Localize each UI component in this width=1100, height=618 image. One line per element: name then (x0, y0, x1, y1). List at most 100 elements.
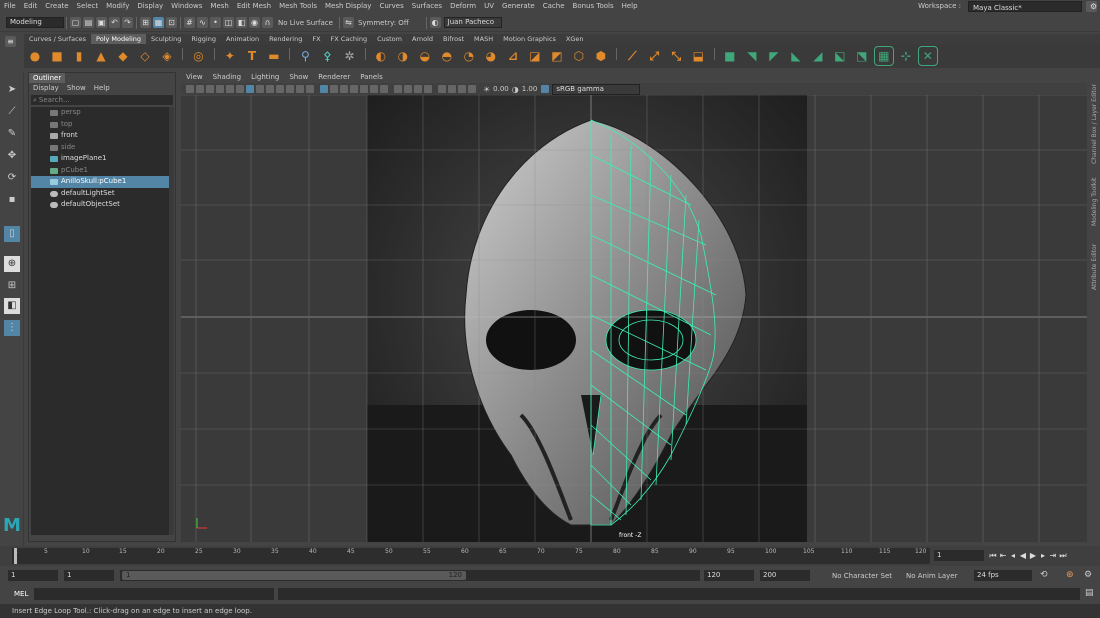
poly-cube-icon[interactable]: ■ (48, 47, 66, 65)
anim-prefs-icon[interactable]: ⚙ (1084, 570, 1092, 580)
super-shape-icon[interactable]: ✦ (221, 47, 239, 65)
append-icon[interactable]: ◤ (765, 47, 783, 65)
tab-custom[interactable]: Custom (372, 34, 407, 44)
menu-display[interactable]: Display (133, 0, 167, 12)
menu-deform[interactable]: Deform (446, 0, 480, 12)
motion-blur-icon[interactable] (404, 85, 412, 93)
exposure-value[interactable]: 0.00 (493, 85, 509, 93)
outliner-menu-display[interactable]: Display (29, 84, 63, 92)
poly-cone-icon[interactable]: ▲ (92, 47, 110, 65)
shelf-settings-icon[interactable]: ≡ (4, 36, 18, 66)
snap-vertex-icon[interactable]: ◉ (249, 17, 260, 28)
step-forward-frame-icon[interactable]: ▸ (1038, 551, 1048, 561)
poly-plane-icon[interactable]: ◇ (136, 47, 154, 65)
tab-channel-box[interactable]: Channel Box / Layer Editor (1091, 84, 1098, 164)
smooth-shade-icon[interactable] (330, 85, 338, 93)
menu-modify[interactable]: Modify (102, 0, 133, 12)
select-hierarchy-icon[interactable]: ⊞ (140, 17, 151, 28)
poly-torus-icon[interactable]: ◆ (114, 47, 132, 65)
step-back-frame-icon[interactable]: ◂ (1008, 551, 1018, 561)
separate-icon[interactable]: ⚴ (318, 47, 336, 65)
menu-uv[interactable]: UV (480, 0, 498, 12)
bool-diff-icon[interactable]: ◓ (438, 47, 456, 65)
vp-menu-view[interactable]: View (181, 72, 208, 83)
default-material-icon[interactable] (340, 85, 348, 93)
grid-toggle-icon[interactable] (246, 85, 254, 93)
list-item[interactable]: side (31, 142, 169, 154)
vp-menu-lighting[interactable]: Lighting (246, 72, 284, 83)
multicut-icon[interactable]: ⟋ (623, 47, 641, 65)
script-editor-icon[interactable]: ▤ (1085, 588, 1094, 598)
poly-cylinder-icon[interactable]: ▮ (70, 47, 88, 65)
scene-end-field[interactable]: 200 (760, 570, 810, 581)
bridge-icon[interactable]: ◥ (743, 47, 761, 65)
vp-menu-panels[interactable]: Panels (355, 72, 388, 83)
dof-icon[interactable] (424, 85, 432, 93)
list-item[interactable]: front (31, 130, 169, 142)
outliner-title[interactable]: Outliner (29, 73, 65, 83)
viewport-canvas[interactable] (181, 95, 1087, 542)
bool-union-icon[interactable]: ◒ (416, 47, 434, 65)
paint-select-icon[interactable]: ✎ (4, 126, 20, 142)
menu-bonus-tools[interactable]: Bonus Tools (569, 0, 618, 12)
fill-hole-icon[interactable]: ◕ (482, 47, 500, 65)
reduce-icon[interactable]: ◩ (548, 47, 566, 65)
range-slider-handle[interactable]: 1 120 (122, 571, 466, 580)
single-view-icon[interactable]: ▯ (4, 226, 20, 242)
extrude-icon[interactable]: ■ (721, 47, 739, 65)
time-slider[interactable]: 1 5 10 15 20 25 30 35 40 45 50 55 60 65 … (0, 546, 1100, 566)
outliner-scrollbar[interactable] (169, 107, 174, 535)
new-scene-icon[interactable]: ▢ (70, 17, 81, 28)
fps-dropdown[interactable]: 24 fps (974, 570, 1032, 581)
rotate-tool-icon[interactable]: ⟳ (4, 170, 20, 186)
menu-mesh[interactable]: Mesh (206, 0, 232, 12)
tab-sculpting[interactable]: Sculpting (146, 34, 186, 44)
color-management-icon[interactable] (541, 85, 550, 93)
select-object-icon[interactable]: ▦ (153, 17, 164, 28)
menu-edit[interactable]: Edit (20, 0, 42, 12)
undo-icon[interactable]: ↶ (109, 17, 120, 28)
safe-title-icon[interactable] (306, 85, 314, 93)
ambient-occlusion-icon[interactable] (394, 85, 402, 93)
xray-joints-icon[interactable] (458, 85, 466, 93)
poke-icon[interactable]: ◣ (787, 47, 805, 65)
command-input[interactable] (34, 588, 274, 600)
tab-modeling-toolkit[interactable]: Modeling Toolkit (1091, 178, 1098, 226)
combine-icon[interactable]: ⚲ (296, 47, 314, 65)
vp-menu-shading[interactable]: Shading (208, 72, 246, 83)
wireframe-on-shaded-icon[interactable] (350, 85, 358, 93)
tab-rendering[interactable]: Rendering (264, 34, 307, 44)
menu-mesh-display[interactable]: Mesh Display (321, 0, 375, 12)
colorspace-dropdown[interactable]: sRGB gamma (552, 83, 641, 95)
lasso-tool-icon[interactable]: ⟋ (4, 104, 20, 120)
smooth-icon[interactable]: ✲ (340, 47, 358, 65)
field-chart-icon[interactable] (286, 85, 294, 93)
exposure-icon[interactable]: ☀ (483, 85, 490, 94)
play-backward-icon[interactable]: ◀ (1018, 551, 1028, 561)
offset-edge-icon[interactable]: ⊹ (897, 47, 915, 65)
magnet-icon[interactable]: ∩ (262, 17, 273, 28)
poly-type-icon[interactable]: T (243, 47, 261, 65)
triangulate-icon[interactable]: ⊿ (504, 47, 522, 65)
list-item[interactable]: AnilloSkull:pCube1 (31, 176, 169, 188)
anim-layer-dropdown[interactable]: No Anim Layer (906, 572, 957, 580)
user-account-dropdown[interactable]: Juan Pacheco (443, 17, 502, 28)
range-slider-track[interactable]: 1 120 (120, 570, 700, 581)
step-forward-key-icon[interactable]: ⇥ (1048, 551, 1058, 561)
play-forward-icon[interactable]: ▶ (1028, 551, 1038, 561)
poly-sphere-icon[interactable]: ● (26, 47, 44, 65)
four-view-icon[interactable]: ⊕ (4, 256, 20, 272)
menu-create[interactable]: Create (41, 0, 72, 12)
bevel-icon[interactable]: ⬓ (689, 47, 707, 65)
live-surface-label[interactable]: No Live Surface (278, 19, 333, 27)
isolate-select-icon[interactable] (438, 85, 446, 93)
quadrangulate-icon[interactable]: ◪ (526, 47, 544, 65)
menu-surfaces[interactable]: Surfaces (408, 0, 446, 12)
insert-edge-loop-icon[interactable]: ▦ (873, 46, 894, 66)
scene-start-field[interactable]: 1 (8, 570, 58, 581)
gate-mask-icon[interactable] (276, 85, 284, 93)
snap-point-icon[interactable]: • (210, 17, 221, 28)
menu-select[interactable]: Select (73, 0, 103, 12)
snap-surface-icon[interactable]: ◧ (236, 17, 247, 28)
workspace-dropdown[interactable]: Maya Classic* (968, 0, 1082, 12)
